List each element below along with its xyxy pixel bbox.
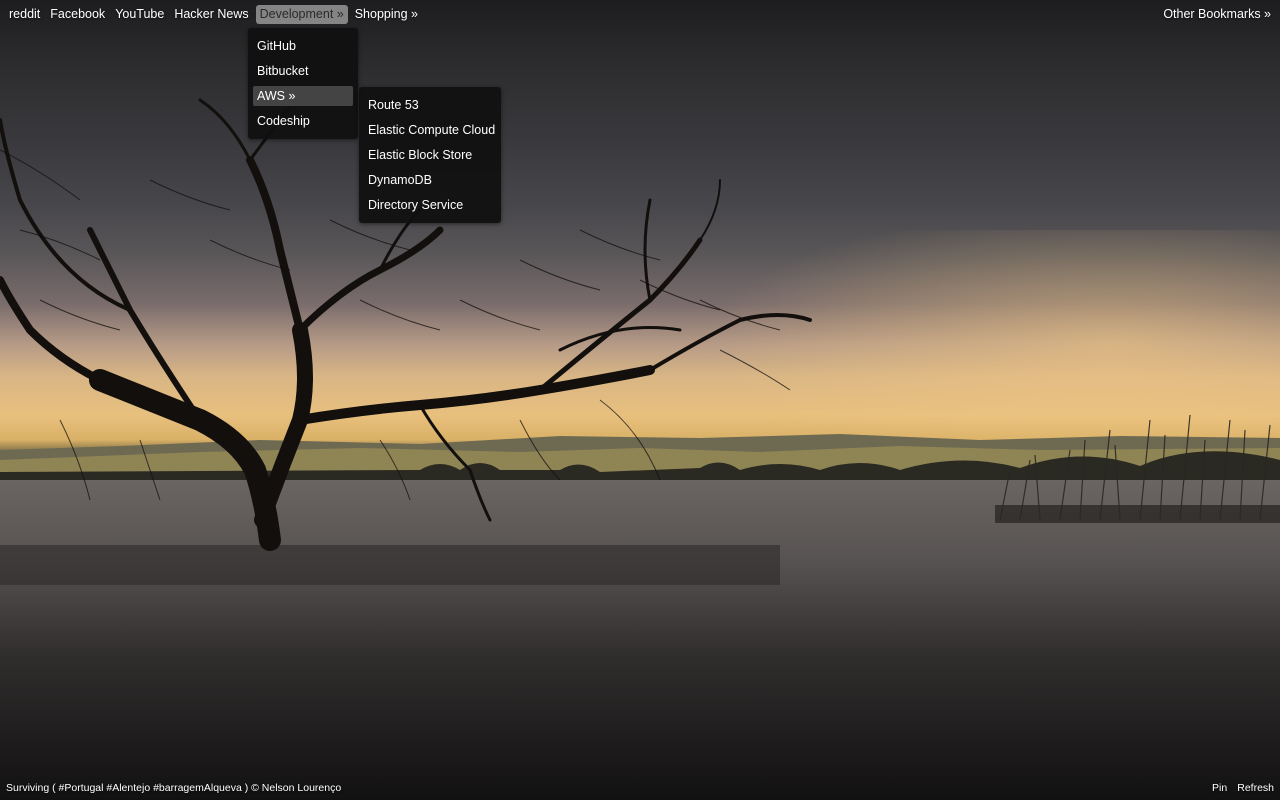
footer-actions: Pin Refresh xyxy=(1212,782,1274,795)
new-tab-page: reddit Facebook YouTube Hacker News Deve… xyxy=(0,0,1280,800)
photo-caption[interactable]: Surviving ( #Portugal #Alentejo #barrage… xyxy=(6,782,341,795)
bookmark-folder-shopping[interactable]: Shopping » xyxy=(352,5,421,24)
menu-item-directory-service[interactable]: Directory Service xyxy=(364,195,496,215)
development-menu: GitHub Bitbucket AWS » Codeship xyxy=(248,28,358,139)
bookmark-hacker-news[interactable]: Hacker News xyxy=(171,5,251,24)
refresh-button[interactable]: Refresh xyxy=(1237,782,1274,795)
menu-item-aws-folder[interactable]: AWS » xyxy=(253,86,353,106)
bookmarks-bar: reddit Facebook YouTube Hacker News Deve… xyxy=(6,5,425,24)
menu-item-route-53[interactable]: Route 53 xyxy=(364,95,496,115)
menu-item-elastic-compute-cloud[interactable]: Elastic Compute Cloud xyxy=(364,120,496,140)
menu-item-bitbucket[interactable]: Bitbucket xyxy=(253,61,353,81)
bookmark-youtube[interactable]: YouTube xyxy=(112,5,167,24)
pin-button[interactable]: Pin xyxy=(1212,782,1227,795)
menu-item-elastic-block-store[interactable]: Elastic Block Store xyxy=(364,145,496,165)
menu-item-dynamodb[interactable]: DynamoDB xyxy=(364,170,496,190)
aws-submenu: Route 53 Elastic Compute Cloud Elastic B… xyxy=(359,87,501,223)
background-photo xyxy=(0,88,1280,800)
bookmark-folder-development[interactable]: Development » xyxy=(255,5,348,24)
menu-item-github[interactable]: GitHub xyxy=(253,36,353,56)
menu-item-codeship[interactable]: Codeship xyxy=(253,111,353,131)
other-bookmarks-folder[interactable]: Other Bookmarks » xyxy=(1163,5,1271,24)
bookmark-reddit[interactable]: reddit xyxy=(6,5,43,24)
bookmark-facebook[interactable]: Facebook xyxy=(47,5,108,24)
